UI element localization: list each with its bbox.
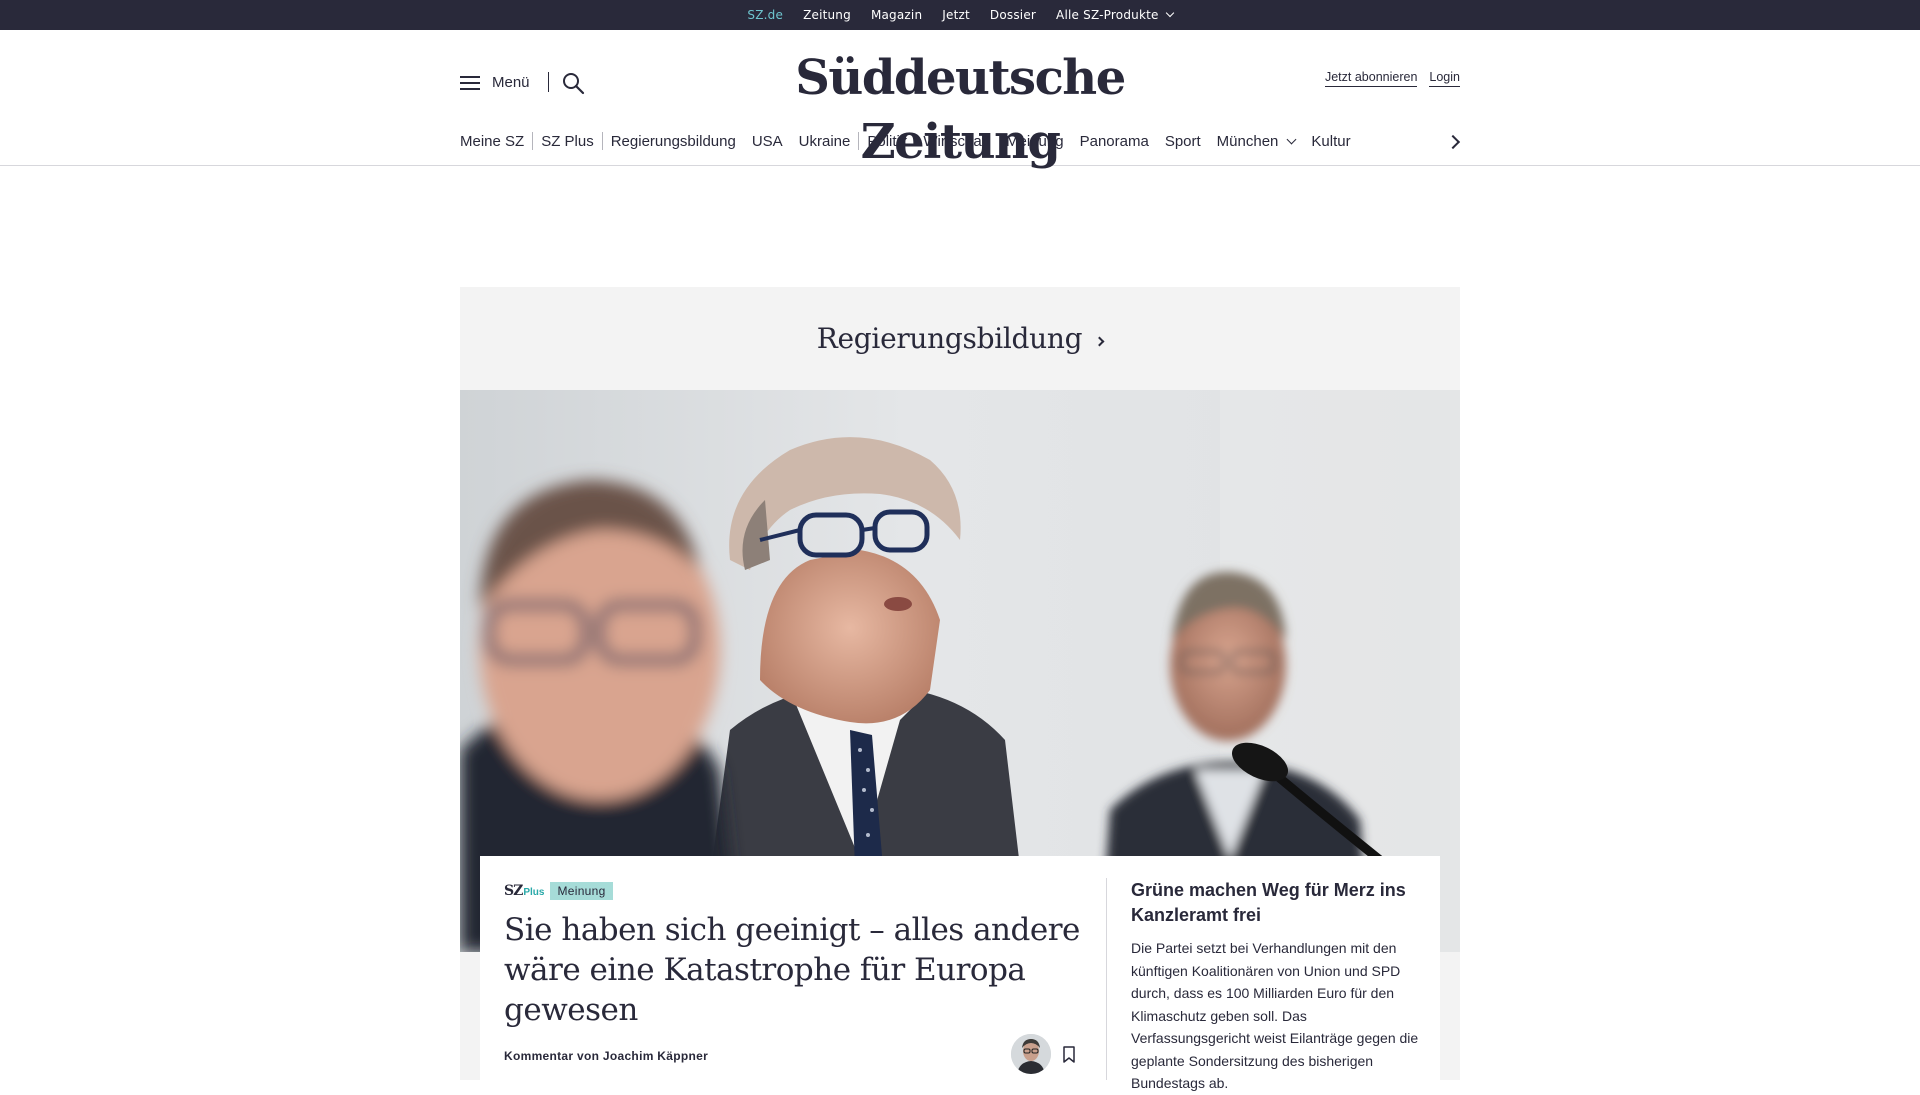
header-divider (548, 72, 549, 92)
nav-item-sz-plus[interactable]: SZ Plus (533, 133, 602, 150)
top-link-jetzt[interactable]: Jetzt (942, 8, 970, 22)
nav-item-meinung[interactable]: Meinung (998, 133, 1072, 150)
sz-plus-badge: SZPlus (504, 883, 544, 899)
section-title: Regierungsbildung (816, 322, 1083, 355)
top-link-zeitung[interactable]: Zeitung (803, 8, 851, 22)
nav-item-regierungsbildung[interactable]: Regierungsbildung (603, 133, 744, 150)
top-link-all-products-label: Alle SZ-Produkte (1056, 8, 1159, 22)
lead-headline[interactable]: Sie haben sich geeinigt – alles andere w… (504, 910, 1084, 1030)
search-icon[interactable] (561, 71, 585, 95)
chevron-down-icon (1165, 8, 1174, 18)
site-logo[interactable]: Süddeutsche Zeitung (720, 46, 1200, 174)
subscribe-link[interactable]: Jetzt abonnieren (1324, 70, 1418, 87)
nav-item-muenchen-label: München (1216, 132, 1279, 150)
top-link-magazin[interactable]: Magazin (871, 8, 922, 22)
top-link-szde[interactable]: SZ.de (747, 8, 783, 36)
nav-item-sport[interactable]: Sport (1157, 133, 1209, 150)
nav-item-meine-sz[interactable]: Meine SZ (460, 133, 532, 150)
chevron-right-icon[interactable] (1448, 134, 1460, 150)
section-header-link[interactable]: Regierungsbildung (460, 287, 1460, 390)
category-tag: Meinung (550, 882, 613, 900)
main-navigation: Meine SZ SZ Plus Regierungsbildung USA U… (460, 128, 1460, 154)
top-bar: SZ.de Zeitung Magazin Jetzt Dossier Alle… (0, 0, 1920, 36)
lead-article-card: SZPlus Meinung Sie haben sich geeinigt –… (480, 856, 1440, 1091)
lead-article: SZPlus Meinung Sie haben sich geeinigt –… (504, 882, 1084, 1030)
nav-item-wirtschaft[interactable]: Wirtschaft (915, 133, 998, 150)
chevron-down-icon (1286, 134, 1297, 144)
top-links: SZ.de Zeitung Magazin Jetzt Dossier Alle… (0, 0, 1920, 36)
card-divider (1106, 878, 1107, 1080)
nav-item-politik[interactable]: Politik (859, 133, 915, 150)
side-article-teaser: Die Partei setzt bei Verhandlungen mit d… (1131, 940, 1419, 1091)
bookmark-icon[interactable] (1062, 1046, 1076, 1064)
author-avatar (1011, 1034, 1051, 1074)
login-link[interactable]: Login (1429, 70, 1460, 87)
hamburger-icon (460, 75, 480, 90)
account-links: Jetzt abonnieren Login (1324, 70, 1460, 87)
chevron-right-icon (1094, 336, 1105, 347)
menu-button[interactable]: Menü (460, 74, 530, 91)
menu-label: Menü (492, 74, 530, 91)
nav-item-muenchen[interactable]: München (1209, 133, 1304, 150)
side-article-title[interactable]: Grüne machen Weg für Merz ins Kanzleramt… (1131, 878, 1421, 928)
sz-plus-suffix: Plus (523, 887, 545, 898)
nav-item-ukraine[interactable]: Ukraine (791, 133, 859, 150)
side-article: Grüne machen Weg für Merz ins Kanzleramt… (1131, 878, 1421, 1095)
byline: Kommentar von Joachim Käppner (504, 1049, 709, 1063)
nav-item-panorama[interactable]: Panorama (1072, 133, 1157, 150)
top-link-all-products[interactable]: Alle SZ-Produkte (1056, 8, 1174, 22)
sz-plus-brand: SZ (504, 883, 523, 899)
nav-item-kultur[interactable]: Kultur (1303, 133, 1358, 150)
article-badges: SZPlus Meinung (504, 882, 1084, 900)
site-header: Menü Süddeutsche Zeitung Jetzt abonniere… (0, 30, 1920, 170)
top-link-dossier[interactable]: Dossier (990, 8, 1036, 22)
nav-item-usa[interactable]: USA (744, 133, 791, 150)
